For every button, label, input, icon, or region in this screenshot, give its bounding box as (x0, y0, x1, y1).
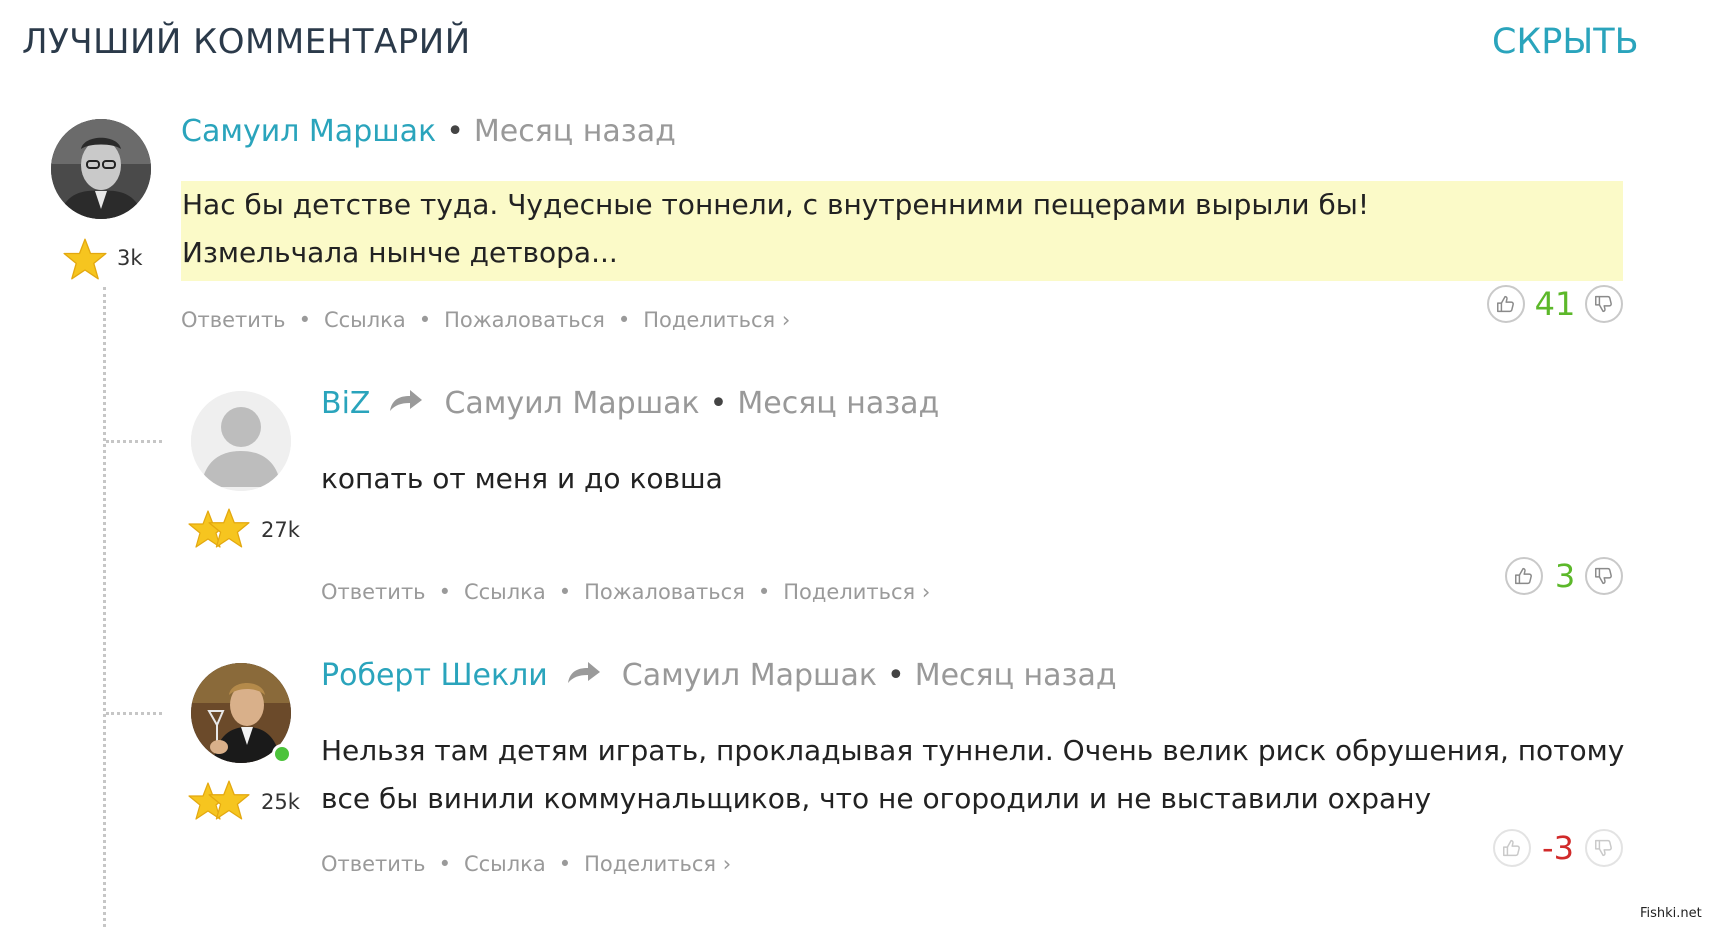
share-link[interactable]: Поделиться › (783, 580, 930, 604)
reply-arrow-icon (566, 661, 602, 685)
comment-time[interactable]: Месяц назад (737, 386, 939, 421)
separator-dot: • (887, 658, 905, 693)
star-icon (208, 507, 250, 549)
thread-branch (106, 440, 162, 443)
avatar[interactable] (191, 391, 291, 491)
downvote-button[interactable] (1585, 557, 1623, 595)
separator-dot: • (709, 386, 728, 421)
upvote-button[interactable] (1487, 285, 1525, 323)
thumbs-up-icon (1513, 565, 1535, 587)
separator-dot: • (418, 308, 432, 332)
comment-body: Нас бы детстве туда. Чудесные тоннели, с… (181, 181, 1623, 281)
avatar[interactable] (51, 119, 151, 219)
upvote-button[interactable] (1493, 829, 1531, 867)
reply-link[interactable]: Ответить (181, 308, 286, 332)
thumbs-up-icon (1501, 837, 1523, 859)
comment-header: BiZ Самуил Маршак • Месяц назад (321, 386, 939, 421)
comment-header: Самуил Маршак • Месяц назад (181, 114, 676, 149)
vote-score: -3 (1542, 829, 1574, 867)
reply-to-author[interactable]: Самуил Маршак (444, 386, 699, 421)
section-title: ЛУЧШИЙ КОММЕНТАРИЙ (22, 22, 471, 62)
permalink-link[interactable]: Ссылка (464, 580, 546, 604)
comment-author[interactable]: Самуил Маршак (181, 114, 436, 149)
comment-actions: Ответить • Ссылка • Пожаловаться • Поделиться … (321, 580, 930, 604)
comment-actions: Ответить • Ссылка • Пожаловаться • Поделиться … (181, 308, 790, 332)
comment-text-line: все бы винили коммунальщиков, что не ого… (321, 782, 1432, 815)
comment-author[interactable]: Роберт Шекли (321, 658, 548, 693)
thread-line (103, 287, 106, 927)
reply-to-author[interactable]: Самуил Маршак (622, 658, 877, 693)
vote-score: 3 (1554, 557, 1576, 595)
share-link[interactable]: Поделиться › (584, 852, 731, 876)
hide-button[interactable]: СКРЫТЬ (1492, 22, 1639, 62)
permalink-link[interactable]: Ссылка (464, 852, 546, 876)
reply-link[interactable]: Ответить (321, 580, 426, 604)
permalink-link[interactable]: Ссылка (324, 308, 406, 332)
separator-dot: • (298, 308, 311, 332)
thumbs-up-icon (1495, 293, 1517, 315)
reply-link[interactable]: Ответить (321, 852, 426, 876)
separator-dot: • (757, 580, 771, 604)
comment-text-line: Нас бы детстве туда. Чудесные тоннели, с… (182, 188, 1370, 221)
separator-dot: • (438, 852, 451, 876)
watermark: Fishki.net (1640, 906, 1702, 921)
rank-count: 3k (117, 246, 143, 270)
share-link[interactable]: Поделиться › (643, 308, 790, 332)
comment-body: копать от меня и до ковша (321, 455, 1621, 503)
separator-dot: • (558, 580, 572, 604)
reply-arrow-icon (388, 389, 424, 413)
vote-score: 41 (1534, 285, 1576, 323)
thread-branch (106, 712, 162, 715)
separator-dot: • (438, 580, 451, 604)
separator-dot: • (446, 114, 464, 149)
upvote-button[interactable] (1505, 557, 1543, 595)
comment-header: Роберт Шекли Самуил Маршак • Месяц назад (321, 658, 1117, 693)
comment-text-line: Измельчала нынче детвора... (182, 236, 618, 269)
thumbs-down-icon (1593, 565, 1615, 587)
comment-text-line: Нельзя там детям играть, прокладывая тун… (321, 734, 1625, 767)
comment-text-line: копать от меня и до ковша (321, 462, 723, 495)
comment-time[interactable]: Месяц назад (915, 658, 1117, 693)
rank-count: 27k (261, 518, 300, 542)
comment-actions: Ответить • Ссылка • Поделиться › (321, 852, 731, 876)
downvote-button[interactable] (1585, 829, 1623, 867)
report-link[interactable]: Пожаловаться (584, 580, 745, 604)
comment-body: Нельзя там детям играть, прокладывая тун… (321, 727, 1631, 823)
separator-dot: • (558, 852, 572, 876)
online-status-indicator (272, 744, 292, 764)
star-icon (63, 237, 107, 281)
star-icon (208, 779, 250, 821)
downvote-button[interactable] (1585, 285, 1623, 323)
comment-time[interactable]: Месяц назад (474, 114, 676, 149)
report-link[interactable]: Пожаловаться (444, 308, 605, 332)
separator-dot: • (617, 308, 631, 332)
comment-author[interactable]: BiZ (321, 386, 370, 421)
thumbs-down-icon (1593, 837, 1615, 859)
rank-count: 25k (261, 790, 300, 814)
thumbs-down-icon (1593, 293, 1615, 315)
